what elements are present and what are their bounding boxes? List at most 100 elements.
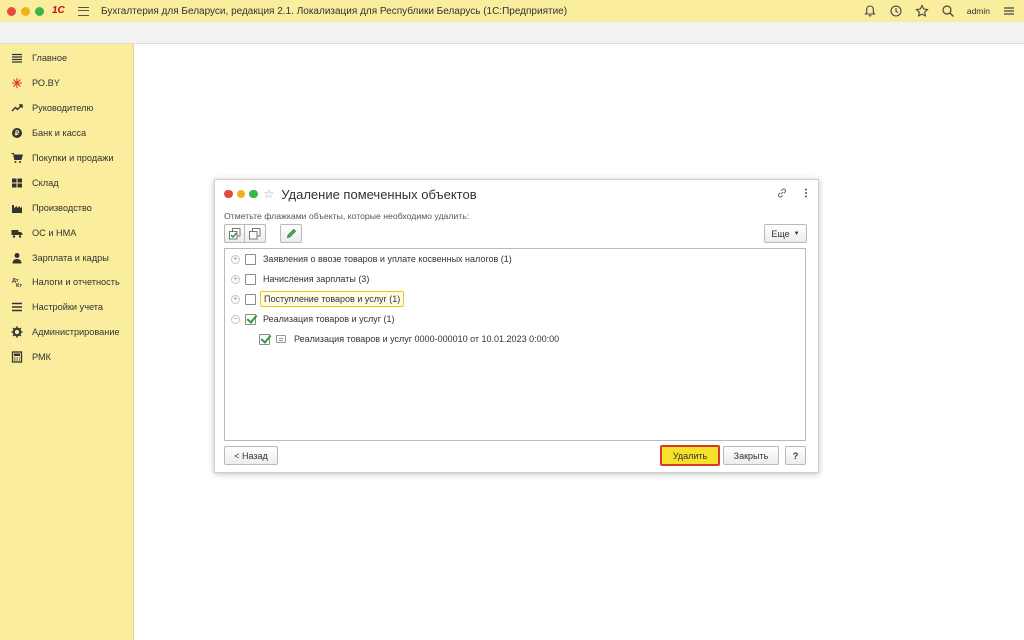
history-icon[interactable] (889, 4, 903, 18)
settings-list-icon (11, 301, 23, 313)
window-controls (7, 6, 44, 16)
close-button[interactable]: Закрыть (723, 446, 779, 465)
row-label: Заявления о ввозе товаров и уплате косве… (263, 254, 512, 264)
check-all-button[interactable] (224, 224, 245, 243)
logo-text: 1С (52, 5, 65, 16)
sidebar-item-label: РО.BY (32, 78, 60, 89)
tree-row[interactable]: + Начисления зарплаты (3) (225, 269, 805, 289)
row-label: Начисления зарплаты (3) (263, 274, 370, 284)
sidebar-item-admin[interactable]: Администрирование (0, 320, 133, 345)
svg-text:₽: ₽ (15, 130, 20, 138)
coin-icon: ₽ (11, 127, 23, 139)
person-icon (11, 252, 23, 264)
menu-lines-icon (11, 52, 23, 64)
edit-button[interactable] (280, 224, 302, 243)
main-menu-icon[interactable] (78, 6, 89, 16)
more-label: Еще (771, 228, 790, 239)
sidebar-item-warehouse[interactable]: Склад (0, 170, 133, 195)
sidebar-item-label: Зарплата и кадры (32, 252, 109, 263)
sidebar-item-label: Банк и касса (32, 128, 87, 139)
sidebar-item-label: Склад (32, 177, 59, 188)
dialog-close-dot[interactable] (224, 189, 233, 199)
sidebar-item-accounting-settings[interactable]: Настройки учета (0, 295, 133, 320)
more-button[interactable]: Еще ▼ (764, 224, 807, 243)
row-checkbox[interactable] (245, 273, 256, 285)
tree-row[interactable]: + Поступление товаров и услуг (1) (225, 289, 805, 309)
bell-icon[interactable] (863, 4, 877, 18)
sidebar-item-production[interactable]: Производство (0, 195, 133, 220)
sidebar-item-label: Покупки и продажи (32, 153, 114, 163)
uncheck-all-button[interactable] (245, 224, 266, 243)
dialog-hint: Отметьте флажками объекты, которые необх… (224, 211, 470, 221)
row-label: Реализация товаров и услуг (1) (263, 314, 395, 324)
sidebar-item-pos[interactable]: РМК (0, 345, 133, 370)
toolbar-strip (0, 22, 1024, 44)
row-checkbox[interactable] (245, 253, 256, 265)
help-button[interactable]: ? (785, 446, 806, 465)
sidebar-item-assets[interactable]: ОС и НМА (0, 220, 133, 245)
expand-icon[interactable]: + (231, 274, 240, 284)
expand-icon[interactable]: + (231, 254, 240, 264)
delete-button[interactable]: Удалить (660, 445, 720, 466)
sidebar-item-label: Производство (32, 202, 92, 213)
tree-row[interactable]: + Заявления о ввозе товаров и уплате кос… (225, 249, 805, 269)
uncheck-all-icon (249, 227, 261, 239)
sidebar-item-label: Администрирование (32, 327, 120, 338)
app-title: Бухгалтерия для Беларуси, редакция 2.1. … (101, 5, 568, 17)
chevron-down-icon: ▼ (793, 230, 800, 237)
pencil-icon (286, 228, 296, 239)
star-icon[interactable] (915, 4, 929, 18)
dialog-minimize-dot[interactable] (236, 189, 245, 199)
sidebar: Главное РО.BY Руководителю ₽ Банк и касс… (0, 44, 134, 640)
tree-row[interactable]: − Реализация товаров и услуг (1) (225, 309, 805, 329)
collapse-icon[interactable]: − (231, 314, 240, 324)
favorite-star-icon[interactable]: ☆ (264, 187, 275, 201)
sidebar-item-label: Настройки учета (32, 302, 104, 313)
sidebar-item-sales[interactable]: Покупки и продажи (0, 146, 133, 171)
sidebar-item-taxes[interactable]: Дт Кт Налоги и отчетность (0, 270, 133, 295)
row-checkbox[interactable] (245, 293, 256, 305)
close-window-button[interactable] (7, 6, 16, 16)
minimize-window-button[interactable] (21, 6, 30, 16)
sidebar-item-main[interactable]: Главное (0, 46, 133, 71)
row-label-highlighted: Поступление товаров и услуг (1) (260, 291, 405, 307)
more-vertical-icon[interactable] (804, 187, 808, 199)
factory-icon (11, 202, 23, 214)
svg-text:Кт: Кт (16, 283, 22, 288)
menu-lines-icon[interactable] (1002, 4, 1016, 18)
sidebar-item-manager[interactable]: Руководителю (0, 96, 133, 121)
sidebar-item-roby[interactable]: РО.BY (0, 71, 133, 96)
search-icon[interactable] (941, 4, 955, 18)
tree-row-child[interactable]: Реализация товаров и услуг 0000-000010 о… (225, 329, 805, 349)
dialog-header: ☆ Удаление помеченных объектов (215, 180, 818, 208)
warehouse-icon (11, 177, 23, 189)
register-icon (11, 351, 23, 363)
row-checkbox[interactable] (245, 313, 256, 325)
dialog-window-controls (224, 189, 258, 199)
1c-logo: 1С (52, 5, 68, 17)
sparkle-icon (11, 77, 23, 89)
dialog-maximize-dot[interactable] (249, 189, 258, 199)
sidebar-item-bank[interactable]: ₽ Банк и касса (0, 121, 133, 146)
back-button[interactable]: < Назад (224, 446, 278, 465)
link-icon[interactable] (776, 187, 788, 199)
row-checkbox[interactable] (259, 333, 270, 345)
sidebar-item-salary[interactable]: Зарплата и кадры (0, 245, 133, 270)
sidebar-item-label: ОС и НМА (32, 227, 77, 238)
title-bar: 1С Бухгалтерия для Беларуси, редакция 2.… (0, 0, 1024, 22)
delete-marked-objects-dialog: ☆ Удаление помеченных объектов Отметьте … (214, 179, 819, 473)
trend-icon (11, 102, 23, 114)
sidebar-item-label: Налоги и отчетность (32, 277, 120, 288)
maximize-window-button[interactable] (35, 6, 44, 16)
check-all-icon (228, 227, 240, 239)
row-label: Реализация товаров и услуг 0000-000010 о… (294, 334, 560, 344)
truck-icon (11, 227, 23, 239)
user-name[interactable]: admin (967, 6, 990, 16)
document-icon (276, 335, 286, 343)
check-toolbar-group (224, 224, 266, 243)
cart-icon (11, 152, 23, 164)
sidebar-item-label: Руководителю (32, 103, 94, 114)
gear-icon (11, 326, 23, 338)
sidebar-item-label: Главное (32, 53, 68, 64)
expand-icon[interactable]: + (231, 294, 240, 304)
